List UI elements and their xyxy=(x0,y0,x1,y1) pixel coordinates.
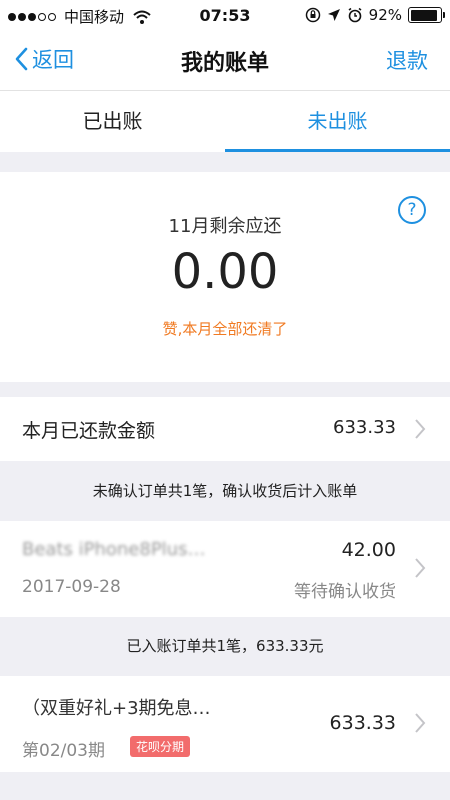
paid-off-note: 赞,本月全部还清了 xyxy=(162,320,288,338)
chevron-right-icon xyxy=(414,418,426,440)
repaid-label: 本月已还款金额 xyxy=(22,420,156,442)
battery-icon xyxy=(408,7,445,23)
order-amount: 42.00 xyxy=(341,539,396,561)
tab-unbilled[interactable]: 未出账 xyxy=(225,91,450,152)
bill-tabs: 已出账 未出账 xyxy=(0,90,450,152)
tab-billed[interactable]: 已出账 xyxy=(0,91,225,152)
repaid-amount-row[interactable]: 本月已还款金额 633.33 xyxy=(0,397,450,461)
battery-percent: 92% xyxy=(368,6,402,24)
status-bar: 中国移动 07:53 92% xyxy=(0,0,450,32)
chevron-right-icon xyxy=(414,712,426,734)
location-arrow-icon xyxy=(327,9,340,21)
repaid-value: 633.33 xyxy=(333,417,396,438)
order-status: 等待确认收货 xyxy=(294,582,396,602)
order-amount: 633.33 xyxy=(329,712,396,734)
rotation-lock-icon xyxy=(305,7,320,23)
remaining-amount: 0.00 xyxy=(171,244,279,300)
status-right: 92% xyxy=(305,6,445,24)
back-label: 返回 xyxy=(32,48,74,72)
posted-orders-header: 已入账订单共1笔，633.33元 xyxy=(126,637,324,655)
unconfirmed-orders-header: 未确认订单共1笔，确认收货后计入账单 xyxy=(92,482,358,500)
chevron-left-icon xyxy=(15,47,28,71)
refund-button[interactable]: 退款 xyxy=(386,45,428,75)
order-item[interactable]: Beats iPhone8Plus… 42.00 2017-09-28 等待确认… xyxy=(0,521,450,617)
installment-period: 第02/03期 xyxy=(22,741,105,761)
order-name: （双重好礼+3期免息… xyxy=(22,698,211,719)
chevron-right-icon xyxy=(414,557,426,579)
back-button[interactable]: 返回 xyxy=(14,44,74,74)
alarm-icon xyxy=(348,7,362,23)
order-item[interactable]: （双重好礼+3期免息… 633.33 第02/03期 花呗分期 xyxy=(0,676,450,772)
order-name: Beats iPhone8Plus… xyxy=(22,539,206,560)
summary-card: ? 11月剩余应还 0.00 赞,本月全部还清了 xyxy=(0,172,450,382)
order-date: 2017-09-28 xyxy=(22,577,121,597)
installment-badge: 花呗分期 xyxy=(130,736,191,757)
remaining-label: 11月剩余应还 xyxy=(168,216,282,237)
nav-bar: 返回 我的账单 退款 xyxy=(0,32,450,90)
